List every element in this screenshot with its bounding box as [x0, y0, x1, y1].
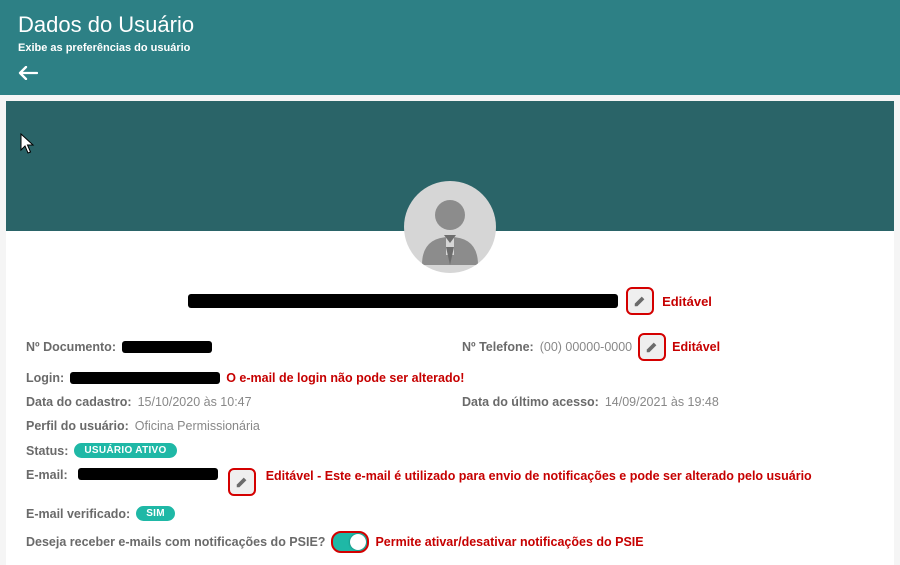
edit-name-button[interactable]: [626, 287, 654, 315]
page-title: Dados do Usuário: [18, 12, 882, 38]
page-header: Dados do Usuário Exibe as preferências d…: [0, 0, 900, 95]
perfil-label: Perfil do usuário:: [26, 419, 129, 433]
ultimo-acesso-value: 14/09/2021 às 19:48: [605, 395, 719, 409]
avatar: [404, 181, 496, 273]
cadastro-value: 15/10/2020 às 10:47: [138, 395, 252, 409]
edit-telefone-button[interactable]: [638, 333, 666, 361]
login-label: Login:: [26, 371, 64, 385]
perfil-value: Oficina Permissionária: [135, 419, 260, 433]
back-arrow-icon[interactable]: [18, 64, 38, 85]
status-badge: USUÁRIO ATIVO: [74, 443, 176, 458]
cadastro-label: Data do cadastro:: [26, 395, 132, 409]
pencil-icon: [633, 294, 647, 308]
ultimo-acesso-label: Data do último acesso:: [462, 395, 599, 409]
email-verificado-label: E-mail verificado:: [26, 507, 130, 521]
edit-email-button[interactable]: [228, 468, 256, 496]
email-label: E-mail:: [26, 468, 68, 482]
user-name-redacted: [188, 294, 618, 308]
profile-banner: [6, 101, 894, 231]
telefone-value: (00) 00000-0000: [540, 340, 632, 354]
email-value-redacted: [78, 468, 218, 480]
documento-value-redacted: [122, 341, 212, 353]
telefone-label: Nº Telefone:: [462, 340, 534, 354]
notificacoes-label: Deseja receber e-mails com notificações …: [26, 535, 325, 549]
login-value-redacted: [70, 372, 220, 384]
email-verificado-badge: SIM: [136, 506, 175, 521]
profile-content: Editável Nº Documento: Nº Telefone: (00)…: [6, 231, 894, 565]
pencil-icon: [645, 340, 659, 354]
annotation-login-locked: O e-mail de login não pode ser alterado!: [226, 371, 464, 385]
avatar-placeholder-icon: [410, 187, 490, 267]
pencil-icon: [235, 475, 249, 489]
annotation-telefone-editable: Editável: [672, 340, 720, 354]
status-label: Status:: [26, 444, 68, 458]
notificacoes-toggle[interactable]: [331, 531, 369, 553]
annotation-email-editable: Editável - Este e-mail é utilizado para …: [266, 468, 812, 484]
page-subtitle: Exibe as preferências do usuário: [18, 42, 882, 54]
annotation-toggle: Permite ativar/desativar notificações do…: [375, 535, 643, 549]
annotation-name-editable: Editável: [662, 294, 712, 309]
documento-label: Nº Documento:: [26, 340, 116, 354]
